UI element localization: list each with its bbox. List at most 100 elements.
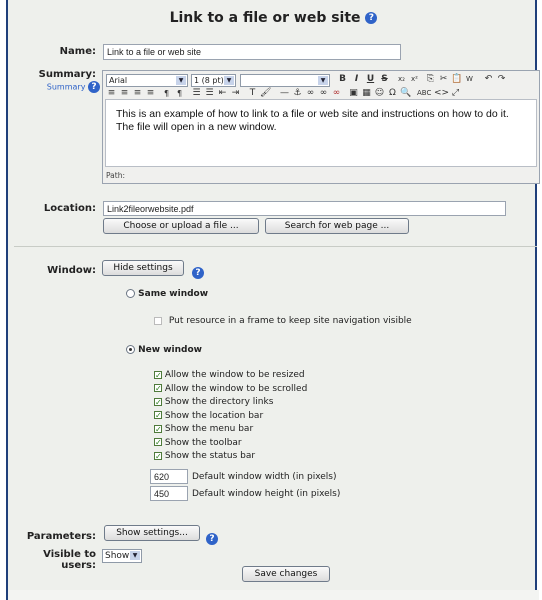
divider [14, 246, 537, 247]
page-title-text: Link to a file or web site [169, 10, 361, 26]
copy-icon[interactable]: ⎘ [425, 74, 436, 85]
search-web-page-button[interactable]: Search for web page ... [265, 218, 409, 234]
window-options-list: ✓ Allow the window to be resized ✓ Allow… [154, 370, 474, 465]
style-select[interactable]: ▼ [240, 74, 330, 87]
ltr-icon[interactable]: ¶ [161, 88, 172, 99]
table-icon[interactable]: ▦ [361, 88, 372, 99]
save-changes-button[interactable]: Save changes [242, 566, 330, 582]
justify-icon[interactable]: ≡ [145, 88, 156, 99]
option-label: Show the directory links [164, 397, 274, 407]
align-right-icon[interactable]: ≡ [132, 88, 143, 99]
option-label: Show the status bar [164, 451, 256, 461]
location-label: Location: [43, 203, 96, 214]
option-label: Allow the window to be resized [164, 370, 305, 380]
italic-icon[interactable]: I [351, 74, 362, 85]
option-label: Show the location bar [164, 410, 264, 421]
list-item[interactable]: ✓ Show the directory links [154, 397, 474, 411]
list-item[interactable]: ✓ Allow the window to be resized [154, 370, 474, 384]
strike-icon[interactable]: S [379, 74, 390, 85]
list-item[interactable]: ✓ Show the status bar [154, 451, 474, 465]
check-icon[interactable]: ✓ [154, 370, 162, 379]
page-title: Link to a file or web site ? [8, 10, 539, 26]
undo-icon[interactable]: ↶ [483, 74, 494, 85]
new-window-option[interactable]: New window [126, 345, 202, 355]
check-icon[interactable]: ✓ [154, 451, 162, 460]
ordered-list-icon[interactable]: ☰ [191, 88, 202, 99]
smiley-icon[interactable]: ☺ [374, 88, 385, 99]
check-icon[interactable]: ✓ [154, 438, 162, 447]
paste-icon[interactable]: 📋 [451, 74, 462, 85]
special-char-icon[interactable]: Ω [387, 88, 398, 99]
help-icon[interactable]: ? [192, 267, 204, 279]
spellcheck-icon[interactable]: ABC [417, 88, 431, 99]
frame-checkbox[interactable] [154, 316, 162, 325]
text-color-icon[interactable]: T [247, 88, 258, 99]
check-icon[interactable]: ✓ [154, 424, 162, 433]
html-source-icon[interactable]: <> [434, 88, 449, 99]
redo-icon[interactable]: ↷ [496, 74, 507, 85]
hide-settings-button[interactable]: Hide settings [102, 260, 184, 276]
size-select[interactable]: 1 (8 pt) ▼ [191, 74, 236, 87]
font-select[interactable]: Arial ▼ [106, 74, 188, 87]
nolink-icon[interactable]: ∞ [331, 88, 342, 99]
same-window-option[interactable]: Same window [126, 289, 208, 299]
summary-content[interactable]: This is an example of how to link to a f… [105, 99, 537, 167]
visible-select[interactable]: Show ▼ [102, 549, 142, 563]
chevron-down-icon: ▼ [224, 76, 234, 85]
subscript-icon[interactable]: x₂ [396, 74, 407, 85]
align-center-icon[interactable]: ≡ [119, 88, 130, 99]
option-label: Allow the window to be scrolled [164, 383, 308, 394]
background-color-icon[interactable]: 🖌 [260, 88, 271, 99]
anchor-icon[interactable]: ⚓ [292, 88, 303, 99]
summary-help-link[interactable]: Summary [47, 83, 86, 92]
underline-icon[interactable]: U [365, 74, 376, 85]
name-input[interactable]: Link to a file or web site [103, 44, 401, 60]
bold-icon[interactable]: B [337, 74, 348, 85]
window-height-input[interactable]: 450 [150, 486, 188, 501]
fullscreen-icon[interactable]: ⤢ [450, 88, 461, 99]
chevron-down-icon: ▼ [318, 76, 328, 85]
image-icon[interactable]: ▣ [348, 88, 359, 99]
same-window-radio[interactable] [126, 289, 135, 298]
superscript-icon[interactable]: x² [409, 74, 420, 85]
option-label: Show the menu bar [164, 424, 254, 434]
rtl-icon[interactable]: ¶ [174, 88, 185, 99]
window-label: Window: [47, 265, 96, 276]
horizontal-rule-icon[interactable]: — [279, 88, 290, 99]
check-icon[interactable]: ✓ [154, 384, 162, 393]
check-icon[interactable]: ✓ [154, 411, 162, 420]
show-settings-button[interactable]: Show settings... [104, 525, 200, 541]
parameters-label: Parameters: [26, 531, 96, 542]
summary-help[interactable]: Summary ? [20, 81, 100, 93]
cut-icon[interactable]: ✂ [438, 74, 449, 85]
list-item[interactable]: ✓ Show the toolbar [154, 438, 474, 452]
visible-label: Visible to users: [43, 549, 96, 571]
font-select-value: Arial [109, 76, 128, 85]
link-icon[interactable]: ∞ [305, 88, 316, 99]
help-icon[interactable]: ? [365, 12, 378, 24]
search-replace-icon[interactable]: 🔍 [400, 88, 411, 99]
paste-word-icon[interactable]: W [464, 74, 475, 85]
window-width-label: Default window width (in pixels) [192, 472, 337, 482]
list-item[interactable]: ✓ Show the menu bar [154, 424, 474, 438]
editor-path: Path: [106, 171, 126, 180]
frame-option[interactable]: Put resource in a frame to keep site nav… [154, 316, 412, 326]
unlink-icon[interactable]: ∞ [318, 88, 329, 99]
check-icon[interactable]: ✓ [154, 397, 162, 406]
unordered-list-icon[interactable]: ☰ [204, 88, 215, 99]
window-width-input[interactable]: 620 [150, 469, 188, 484]
help-icon[interactable]: ? [88, 81, 100, 93]
same-window-label: Same window [138, 289, 209, 299]
location-input[interactable]: Link2fileorwebsite.pdf [103, 201, 506, 216]
align-left-icon[interactable]: ≡ [106, 88, 117, 99]
help-icon[interactable]: ? [206, 533, 218, 545]
summary-label: Summary: [38, 69, 96, 80]
choose-upload-button[interactable]: Choose or upload a file ... [103, 218, 259, 234]
list-item[interactable]: ✓ Allow the window to be scrolled [154, 384, 474, 398]
new-window-radio[interactable] [126, 345, 135, 354]
list-item[interactable]: ✓ Show the location bar [154, 411, 474, 425]
indent-icon[interactable]: ⇥ [230, 88, 241, 99]
visible-select-value: Show [105, 551, 130, 561]
outdent-icon[interactable]: ⇤ [217, 88, 228, 99]
option-label: Show the toolbar [164, 437, 242, 448]
